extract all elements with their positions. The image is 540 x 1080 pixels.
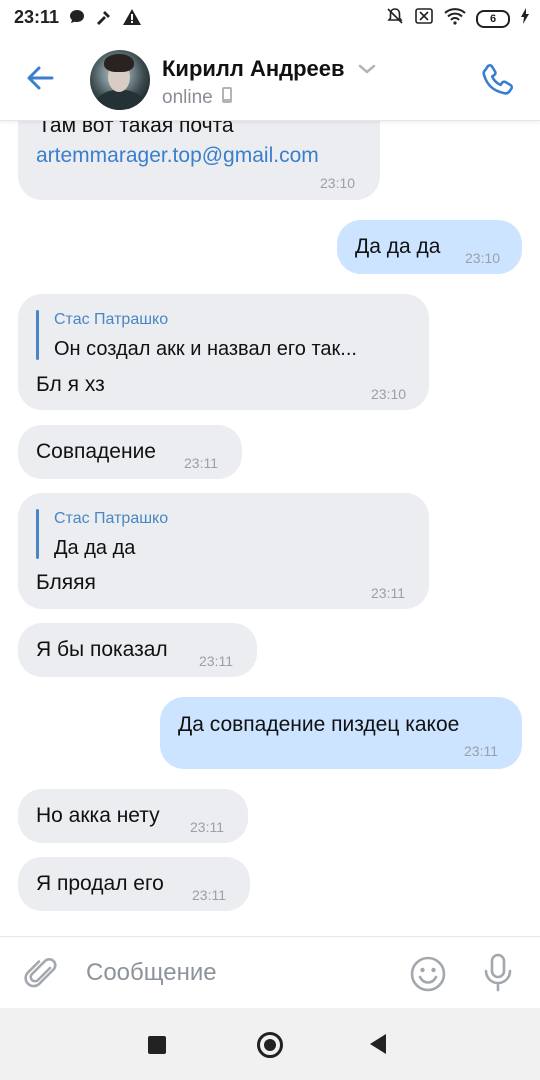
microphone-icon bbox=[484, 953, 512, 992]
voice-message-button[interactable] bbox=[482, 952, 514, 999]
message-bubble-incoming[interactable]: Совпадение 23:11 bbox=[18, 425, 242, 479]
arrow-left-icon bbox=[27, 66, 54, 90]
tools-notification-icon bbox=[94, 8, 114, 31]
message-text: Я бы показал bbox=[36, 638, 168, 661]
message-bubble-incoming[interactable]: Я бы показал 23:11 bbox=[18, 623, 257, 677]
battery-icon: 6 bbox=[476, 9, 510, 28]
attach-button[interactable] bbox=[22, 954, 62, 999]
message-bubble-incoming[interactable]: Я продал его 23:11 bbox=[18, 857, 250, 911]
message-bubble-incoming[interactable]: Стас Патрашко Он создал акк и назвал его… bbox=[18, 294, 429, 410]
message-text: Да да да bbox=[355, 235, 441, 258]
message-bubble-incoming[interactable]: Стас Патрашко Да да да Бляяя 23:11 bbox=[18, 493, 429, 609]
message-text: Бл я хз bbox=[36, 373, 105, 396]
message-bubble-outgoing[interactable]: Да да да 23:10 bbox=[337, 220, 522, 274]
mute-bell-icon bbox=[386, 7, 404, 30]
message-time: 23:11 bbox=[184, 455, 218, 471]
emoji-button[interactable] bbox=[408, 954, 448, 999]
message-time: 23:11 bbox=[190, 819, 224, 835]
paperclip-icon bbox=[24, 958, 57, 988]
warning-icon bbox=[122, 8, 142, 31]
call-button[interactable] bbox=[476, 58, 520, 107]
message-time: 23:11 bbox=[192, 887, 226, 903]
system-back-button[interactable] bbox=[370, 1034, 386, 1054]
charging-icon bbox=[520, 7, 530, 30]
mobile-device-icon bbox=[221, 86, 233, 110]
reply-quote-bar bbox=[36, 509, 39, 559]
chat-notification-icon bbox=[68, 8, 86, 31]
message-time: 23:10 bbox=[465, 250, 501, 266]
system-navigation-bar bbox=[0, 1008, 540, 1080]
status-bar: 23:11 6 bbox=[0, 0, 540, 36]
message-bubble-incoming[interactable]: Там вот такая почта artemmarager.top@gma… bbox=[18, 120, 380, 200]
sim-off-icon bbox=[414, 7, 434, 30]
message-text: Да совпадение пиздец какое bbox=[178, 713, 460, 736]
message-time: 23:11 bbox=[371, 585, 405, 601]
phone-icon bbox=[482, 64, 514, 95]
message-link[interactable]: artemmarager.top@gmail.com bbox=[36, 144, 319, 168]
contact-status: online bbox=[162, 87, 213, 108]
message-list[interactable]: Там вот такая почта artemmarager.top@gma… bbox=[0, 120, 540, 936]
reply-quote-bar bbox=[36, 310, 39, 360]
avatar[interactable] bbox=[90, 50, 150, 110]
wifi-icon bbox=[444, 7, 466, 30]
message-composer: Сообщение bbox=[0, 936, 540, 1009]
message-text: Но акка нету bbox=[36, 804, 160, 827]
smiley-icon bbox=[410, 956, 446, 992]
message-text: Я продал его bbox=[36, 872, 164, 895]
recent-apps-button[interactable] bbox=[148, 1036, 166, 1054]
message-text: Бляяя bbox=[36, 571, 96, 594]
message-text: Там вот такая почта bbox=[38, 120, 234, 137]
message-time: 23:11 bbox=[464, 743, 498, 759]
reply-author[interactable]: Стас Патрашко bbox=[54, 311, 168, 329]
message-bubble-incoming[interactable]: Но акка нету 23:11 bbox=[18, 789, 248, 843]
message-bubble-outgoing[interactable]: Да совпадение пиздец какое 23:11 bbox=[160, 697, 522, 769]
chat-header: Кирилл Андреев online bbox=[0, 36, 540, 121]
contact-name[interactable]: Кирилл Андреев bbox=[162, 56, 345, 82]
status-time: 23:11 bbox=[14, 7, 60, 27]
back-button[interactable] bbox=[22, 60, 62, 96]
home-button[interactable] bbox=[257, 1032, 283, 1058]
message-text: Совпадение bbox=[36, 440, 156, 463]
reply-author[interactable]: Стас Патрашко bbox=[54, 510, 168, 528]
message-time: 23:10 bbox=[371, 386, 407, 402]
message-time: 23:10 bbox=[320, 175, 356, 191]
reply-text[interactable]: Да да да bbox=[54, 537, 135, 560]
message-input[interactable]: Сообщение bbox=[86, 959, 217, 987]
reply-text[interactable]: Он создал акк и назвал его так... bbox=[54, 338, 357, 361]
chevron-down-icon[interactable] bbox=[358, 62, 376, 80]
message-time: 23:11 bbox=[199, 653, 233, 669]
